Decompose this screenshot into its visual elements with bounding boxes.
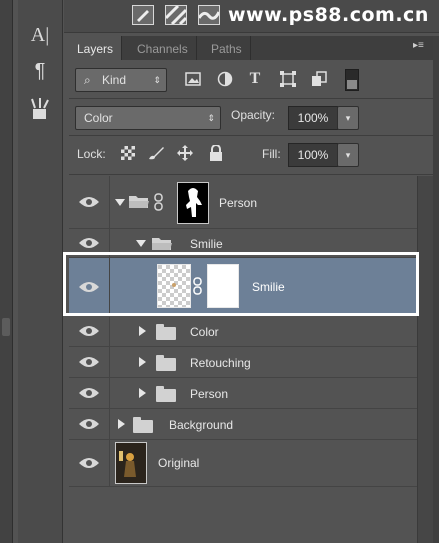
layer-row[interactable]: Person xyxy=(69,176,417,229)
layer-name: Color xyxy=(190,325,219,339)
left-dock-edge xyxy=(0,0,13,543)
filter-toggle-switch[interactable] xyxy=(345,69,359,91)
lock-label: Lock: xyxy=(77,147,106,161)
search-icon: ⌕ xyxy=(84,73,91,87)
tab-paths[interactable]: Paths xyxy=(203,36,251,60)
photo-thumbnail-icon xyxy=(116,443,146,483)
layer-row[interactable]: Background xyxy=(69,409,417,440)
toolbar-icon-3[interactable] xyxy=(197,5,221,25)
brush-preset-icon xyxy=(137,10,149,22)
blend-mode-select[interactable]: Color ⇕ xyxy=(75,106,221,130)
eye-icon[interactable] xyxy=(78,456,100,470)
layers-panel: Layers Channels Paths ▸≡ ⌕ Kind ⇕ T Colo… xyxy=(63,36,439,543)
lock-position-icon[interactable] xyxy=(177,145,193,164)
open-folder-icon xyxy=(152,238,172,250)
type-filter-icon[interactable]: T xyxy=(245,70,265,88)
adjustment-filter-icon[interactable] xyxy=(215,70,235,88)
eye-icon[interactable] xyxy=(78,355,100,369)
filter-kind-select[interactable]: ⌕ Kind ⇕ xyxy=(75,68,167,92)
filter-kind-label: Kind xyxy=(102,73,127,87)
eye-icon[interactable] xyxy=(78,417,100,431)
selection-highlight-box xyxy=(63,252,419,316)
smart-object-filter-icon[interactable] xyxy=(309,70,329,88)
layer-thumbnail[interactable] xyxy=(115,442,147,484)
layer-name: Person xyxy=(219,196,258,210)
toolbar-icon-2[interactable] xyxy=(164,4,188,26)
divider xyxy=(69,174,439,175)
layer-name: Retouching xyxy=(190,356,251,370)
eye-icon[interactable] xyxy=(78,386,100,400)
lock-transparent-pixels-icon[interactable] xyxy=(121,146,135,163)
brush-presets-button[interactable] xyxy=(25,94,55,124)
layer-row[interactable]: Color xyxy=(69,317,417,347)
folder-icon xyxy=(156,386,176,402)
lock-all-icon[interactable] xyxy=(209,144,223,164)
opacity-dropdown-button[interactable]: ▾ xyxy=(337,106,359,130)
dock-scroll-handle[interactable] xyxy=(2,318,10,336)
image-filter-icon[interactable] xyxy=(183,70,203,88)
folder-icon xyxy=(133,417,153,433)
collapse-triangle-icon[interactable] xyxy=(115,199,125,206)
layer-row[interactable]: Original xyxy=(69,440,417,487)
shape-filter-icon[interactable] xyxy=(278,70,298,88)
blend-mode-value: Color xyxy=(84,111,113,125)
expand-triangle-icon[interactable] xyxy=(139,326,146,336)
tab-channels[interactable]: Channels xyxy=(129,36,197,60)
eye-icon[interactable] xyxy=(78,195,100,209)
divider xyxy=(69,98,439,99)
brush-presets-icon xyxy=(31,98,49,119)
group-mask-thumbnail[interactable] xyxy=(177,182,209,224)
chevron-down-icon: ▾ xyxy=(345,113,351,123)
expand-triangle-icon[interactable] xyxy=(118,419,125,429)
stripe-pattern-icon xyxy=(164,4,188,26)
select-arrows-icon: ⇕ xyxy=(207,113,215,123)
mask-link-icon[interactable] xyxy=(154,193,164,211)
select-arrows-icon: ⇕ xyxy=(153,75,161,85)
opacity-input[interactable]: 100% xyxy=(288,106,338,130)
chevron-down-icon: ▾ xyxy=(345,150,351,160)
character-panel-button[interactable]: A| xyxy=(25,20,55,50)
wave-pattern-icon xyxy=(197,11,221,20)
folder-icon xyxy=(156,355,176,371)
expand-triangle-icon[interactable] xyxy=(139,388,146,398)
watermark-text: www.ps88.com.cn xyxy=(228,4,429,26)
layer-name: Background xyxy=(169,418,234,432)
right-dock-edge xyxy=(433,36,439,543)
folder-icon xyxy=(156,324,176,340)
layer-name: Original xyxy=(158,456,200,470)
expand-triangle-icon[interactable] xyxy=(139,357,146,367)
opacity-label: Opacity: xyxy=(231,108,276,122)
layer-name: Smilie xyxy=(190,237,223,251)
divider xyxy=(69,135,439,136)
layer-row[interactable]: Person xyxy=(69,378,417,409)
collapse-triangle-icon[interactable] xyxy=(136,240,146,247)
eye-icon[interactable] xyxy=(78,236,100,250)
person-silhouette-icon xyxy=(186,188,202,217)
fill-input[interactable]: 100% xyxy=(288,143,338,167)
fill-label: Fill: xyxy=(262,147,281,161)
paragraph-panel-button[interactable]: ¶ xyxy=(25,56,55,86)
layer-name: Person xyxy=(190,387,229,401)
toolbar-icon-1[interactable] xyxy=(132,5,154,25)
layer-row[interactable]: Retouching xyxy=(69,347,417,378)
panel-menu-icon[interactable]: ▸≡ xyxy=(413,40,424,51)
eye-icon[interactable] xyxy=(78,324,100,338)
fill-dropdown-button[interactable]: ▾ xyxy=(337,143,359,167)
lock-image-pixels-icon[interactable] xyxy=(147,145,165,164)
tab-layers[interactable]: Layers xyxy=(69,36,123,60)
open-folder-icon xyxy=(129,196,149,208)
panel-tab-row: Layers Channels Paths ▸≡ xyxy=(69,36,439,60)
